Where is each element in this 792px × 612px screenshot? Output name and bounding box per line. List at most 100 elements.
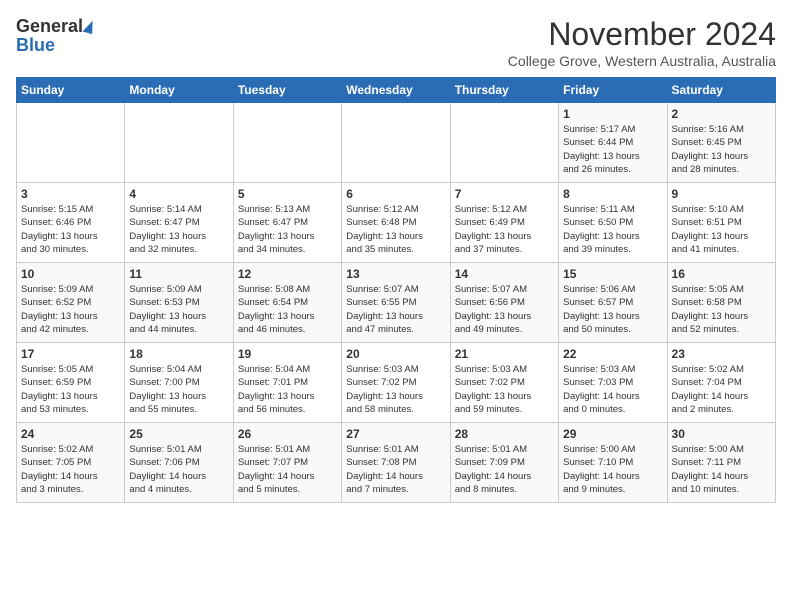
day-number: 29 <box>563 427 662 441</box>
day-info: Sunrise: 5:02 AM Sunset: 7:04 PM Dayligh… <box>672 363 771 416</box>
logo-blue-text: Blue <box>16 35 55 56</box>
day-number: 13 <box>346 267 445 281</box>
calendar-cell: 3 Sunrise: 5:15 AM Sunset: 6:46 PM Daylig… <box>17 183 125 263</box>
header-saturday: Saturday <box>667 78 775 103</box>
calendar-week-4: 17Sunrise: 5:05 AM Sunset: 6:59 PM Dayli… <box>17 343 776 423</box>
header-sunday: Sunday <box>17 78 125 103</box>
calendar-cell: 18 Sunrise: 5:04 AM Sunset: 7:00 PM Dayli… <box>125 343 233 423</box>
day-info: Sunrise: 5:00 AM Sunset: 7:10 PM Dayligh… <box>563 443 662 496</box>
day-info: Sunrise: 5:10 AM Sunset: 6:51 PM Dayligh… <box>672 203 771 256</box>
day-number: 7 <box>455 187 554 201</box>
day-number: 21 <box>455 347 554 361</box>
day-info: Sunrise: 5:01 AM Sunset: 7:06 PM Dayligh… <box>129 443 228 496</box>
calendar-cell: 25 Sunrise: 5:01 AM Sunset: 7:06 PM Dayli… <box>125 423 233 503</box>
calendar-cell <box>125 103 233 183</box>
day-info: Sunrise: 5:07 AM Sunset: 6:56 PM Dayligh… <box>455 283 554 336</box>
calendar-cell: 6Sunrise: 5:12 AM Sunset: 6:48 PM Daylig… <box>342 183 450 263</box>
day-number: 24 <box>21 427 120 441</box>
day-info: Sunrise: 5:09 AM Sunset: 6:52 PM Dayligh… <box>21 283 120 336</box>
day-info: Sunrise: 5:17 AM Sunset: 6:44 PM Dayligh… <box>563 123 662 176</box>
calendar-cell: 13 Sunrise: 5:07 AM Sunset: 6:55 PM Dayli… <box>342 263 450 343</box>
day-info: Sunrise: 5:04 AM Sunset: 7:00 PM Dayligh… <box>129 363 228 416</box>
calendar-week-1: 1 Sunrise: 5:17 AM Sunset: 6:44 PM Daylig… <box>17 103 776 183</box>
day-number: 2 <box>672 107 771 121</box>
calendar-cell: 14Sunrise: 5:07 AM Sunset: 6:56 PM Dayli… <box>450 263 558 343</box>
day-info: Sunrise: 5:03 AM Sunset: 7:02 PM Dayligh… <box>455 363 554 416</box>
day-number: 10 <box>21 267 120 281</box>
calendar-cell: 16 Sunrise: 5:05 AM Sunset: 6:58 PM Dayli… <box>667 263 775 343</box>
day-info: Sunrise: 5:15 AM Sunset: 6:46 PM Dayligh… <box>21 203 120 256</box>
location-subtitle: College Grove, Western Australia, Austra… <box>508 53 776 69</box>
day-number: 17 <box>21 347 120 361</box>
calendar-cell: 23 Sunrise: 5:02 AM Sunset: 7:04 PM Dayli… <box>667 343 775 423</box>
day-number: 3 <box>21 187 120 201</box>
header-friday: Friday <box>559 78 667 103</box>
day-info: Sunrise: 5:00 AM Sunset: 7:11 PM Dayligh… <box>672 443 771 496</box>
day-number: 11 <box>129 267 228 281</box>
calendar-table: SundayMondayTuesdayWednesdayThursdayFrid… <box>16 77 776 503</box>
day-info: Sunrise: 5:14 AM Sunset: 6:47 PM Dayligh… <box>129 203 228 256</box>
day-number: 25 <box>129 427 228 441</box>
day-info: Sunrise: 5:03 AM Sunset: 7:02 PM Dayligh… <box>346 363 445 416</box>
day-number: 1 <box>563 107 662 121</box>
day-info: Sunrise: 5:07 AM Sunset: 6:55 PM Dayligh… <box>346 283 445 336</box>
day-info: Sunrise: 5:01 AM Sunset: 7:07 PM Dayligh… <box>238 443 337 496</box>
day-number: 12 <box>238 267 337 281</box>
calendar-cell: 15Sunrise: 5:06 AM Sunset: 6:57 PM Dayli… <box>559 263 667 343</box>
header-wednesday: Wednesday <box>342 78 450 103</box>
header-tuesday: Tuesday <box>233 78 341 103</box>
calendar-header-row: SundayMondayTuesdayWednesdayThursdayFrid… <box>17 78 776 103</box>
calendar-cell <box>342 103 450 183</box>
calendar-cell: 22 Sunrise: 5:03 AM Sunset: 7:03 PM Dayli… <box>559 343 667 423</box>
day-number: 16 <box>672 267 771 281</box>
calendar-week-3: 10 Sunrise: 5:09 AM Sunset: 6:52 PM Dayli… <box>17 263 776 343</box>
day-info: Sunrise: 5:05 AM Sunset: 6:58 PM Dayligh… <box>672 283 771 336</box>
month-title: November 2024 <box>508 16 776 53</box>
day-number: 22 <box>563 347 662 361</box>
day-info: Sunrise: 5:16 AM Sunset: 6:45 PM Dayligh… <box>672 123 771 176</box>
day-info: Sunrise: 5:12 AM Sunset: 6:49 PM Dayligh… <box>455 203 554 256</box>
logo: General Blue <box>16 16 94 56</box>
day-info: Sunrise: 5:04 AM Sunset: 7:01 PM Dayligh… <box>238 363 337 416</box>
calendar-cell: 19 Sunrise: 5:04 AM Sunset: 7:01 PM Dayli… <box>233 343 341 423</box>
calendar-cell: 28 Sunrise: 5:01 AM Sunset: 7:09 PM Dayli… <box>450 423 558 503</box>
day-number: 18 <box>129 347 228 361</box>
day-info: Sunrise: 5:03 AM Sunset: 7:03 PM Dayligh… <box>563 363 662 416</box>
calendar-cell: 17Sunrise: 5:05 AM Sunset: 6:59 PM Dayli… <box>17 343 125 423</box>
calendar-cell: 29 Sunrise: 5:00 AM Sunset: 7:10 PM Dayli… <box>559 423 667 503</box>
calendar-cell: 2 Sunrise: 5:16 AM Sunset: 6:45 PM Daylig… <box>667 103 775 183</box>
header-monday: Monday <box>125 78 233 103</box>
day-number: 4 <box>129 187 228 201</box>
day-number: 19 <box>238 347 337 361</box>
calendar-cell: 7 Sunrise: 5:12 AM Sunset: 6:49 PM Daylig… <box>450 183 558 263</box>
day-number: 23 <box>672 347 771 361</box>
calendar-cell: 26 Sunrise: 5:01 AM Sunset: 7:07 PM Dayli… <box>233 423 341 503</box>
calendar-cell: 21 Sunrise: 5:03 AM Sunset: 7:02 PM Dayli… <box>450 343 558 423</box>
calendar-cell: 11Sunrise: 5:09 AM Sunset: 6:53 PM Dayli… <box>125 263 233 343</box>
day-number: 27 <box>346 427 445 441</box>
day-number: 5 <box>238 187 337 201</box>
calendar-cell: 12Sunrise: 5:08 AM Sunset: 6:54 PM Dayli… <box>233 263 341 343</box>
title-area: November 2024 College Grove, Western Aus… <box>508 16 776 69</box>
calendar-week-2: 3 Sunrise: 5:15 AM Sunset: 6:46 PM Daylig… <box>17 183 776 263</box>
day-info: Sunrise: 5:01 AM Sunset: 7:08 PM Dayligh… <box>346 443 445 496</box>
day-info: Sunrise: 5:01 AM Sunset: 7:09 PM Dayligh… <box>455 443 554 496</box>
day-number: 30 <box>672 427 771 441</box>
day-number: 8 <box>563 187 662 201</box>
calendar-cell: 30 Sunrise: 5:00 AM Sunset: 7:11 PM Dayli… <box>667 423 775 503</box>
header: General Blue November 2024 College Grove… <box>16 16 776 69</box>
day-info: Sunrise: 5:12 AM Sunset: 6:48 PM Dayligh… <box>346 203 445 256</box>
calendar-cell: 24Sunrise: 5:02 AM Sunset: 7:05 PM Dayli… <box>17 423 125 503</box>
calendar-cell: 1 Sunrise: 5:17 AM Sunset: 6:44 PM Daylig… <box>559 103 667 183</box>
calendar-cell: 5Sunrise: 5:13 AM Sunset: 6:47 PM Daylig… <box>233 183 341 263</box>
calendar-cell: 9 Sunrise: 5:10 AM Sunset: 6:51 PM Daylig… <box>667 183 775 263</box>
day-number: 28 <box>455 427 554 441</box>
header-thursday: Thursday <box>450 78 558 103</box>
calendar-cell: 8 Sunrise: 5:11 AM Sunset: 6:50 PM Daylig… <box>559 183 667 263</box>
day-info: Sunrise: 5:11 AM Sunset: 6:50 PM Dayligh… <box>563 203 662 256</box>
day-number: 9 <box>672 187 771 201</box>
calendar-cell: 10 Sunrise: 5:09 AM Sunset: 6:52 PM Dayli… <box>17 263 125 343</box>
day-number: 26 <box>238 427 337 441</box>
day-number: 15 <box>563 267 662 281</box>
logo-triangle-icon <box>83 19 96 34</box>
